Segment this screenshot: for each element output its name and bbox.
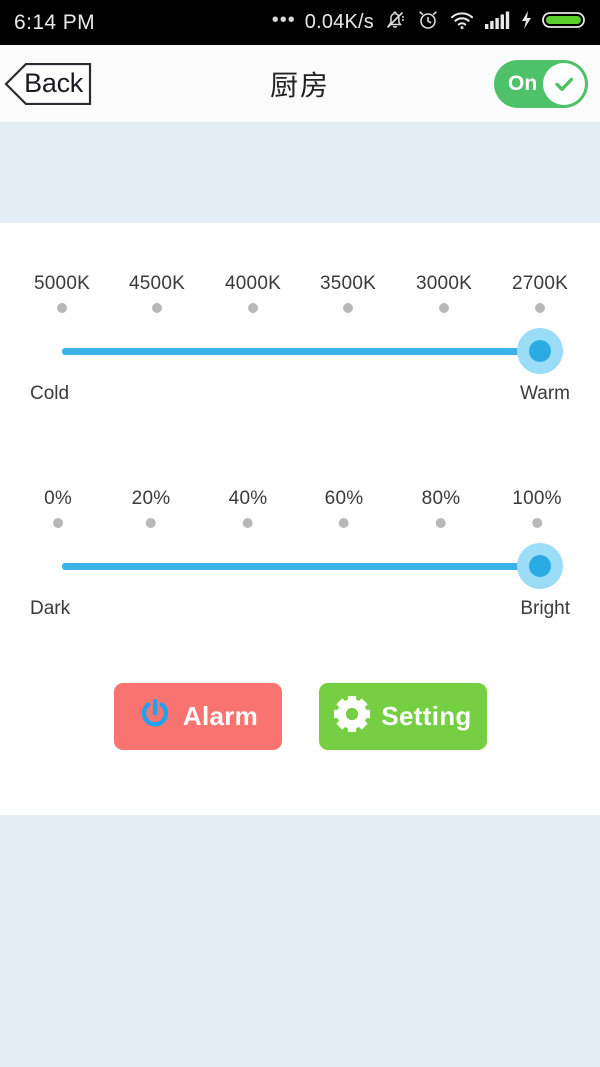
tick-dot-icon xyxy=(53,518,63,528)
tick-dot-icon xyxy=(435,518,446,528)
network-speed-text: 0.04K/s xyxy=(304,11,374,33)
wifi-icon xyxy=(449,9,475,36)
tick-mark[interactable]: 60% xyxy=(325,488,364,528)
power-icon xyxy=(137,696,173,737)
cellular-signal-icon xyxy=(484,9,510,36)
tick-label: 5000K xyxy=(34,273,90,294)
slider-thumb[interactable] xyxy=(517,543,563,589)
background-band-bottom xyxy=(0,815,600,1067)
setting-button-label: Setting xyxy=(381,701,472,731)
back-button-label: Back xyxy=(24,68,83,98)
tick-label: 40% xyxy=(228,488,268,509)
tick-dot-icon xyxy=(151,303,162,313)
tick-label: 60% xyxy=(324,488,364,509)
brightness-track-area[interactable] xyxy=(62,543,563,589)
tick-mark[interactable]: 5000K xyxy=(34,273,90,313)
check-icon xyxy=(543,62,585,105)
battery-icon xyxy=(542,9,586,36)
bell-muted-icon xyxy=(383,8,407,37)
tick-dot-icon xyxy=(242,518,253,528)
tick-mark[interactable]: 100% xyxy=(512,488,562,528)
tick-label: 80% xyxy=(421,488,461,509)
back-button[interactable]: Back xyxy=(4,62,92,105)
tick-label: 20% xyxy=(131,488,171,509)
slider-track[interactable] xyxy=(62,348,540,355)
endcap-label-left: Cold xyxy=(30,383,70,404)
tick-label: 2700K xyxy=(512,273,568,294)
status-ellipsis-icon: ••• xyxy=(271,8,296,31)
brightness-tick-scale: 0% 20% 40% 60% 80% 100% xyxy=(0,488,600,533)
tick-dot-icon xyxy=(145,518,156,528)
endcap-label-left: Dark xyxy=(30,598,71,619)
tick-mark[interactable]: 40% xyxy=(229,488,268,528)
color-temperature-slider: 5000K 4500K 4000K 3500K 3000K 2700K Cold… xyxy=(0,273,600,405)
slider-track[interactable] xyxy=(62,563,540,570)
tick-mark[interactable]: 4000K xyxy=(225,273,281,313)
tick-dot-icon xyxy=(438,303,449,313)
tick-label: 4500K xyxy=(129,273,185,294)
tick-dot-icon xyxy=(247,303,258,313)
app-screen: 6:14 PM ••• 0.04K/s Back 厨房 On 5000K 450… xyxy=(0,0,600,1067)
tick-mark[interactable]: 4500K xyxy=(129,273,185,313)
tick-mark[interactable]: 0% xyxy=(44,488,72,528)
status-bar-right-group: ••• 0.04K/s xyxy=(272,8,586,37)
alarm-button-label: Alarm xyxy=(182,701,259,731)
setting-button[interactable]: Setting xyxy=(318,683,487,750)
brightness-slider: 0% 20% 40% 60% 80% 100% Dark Bright xyxy=(0,488,600,620)
tick-dot-icon xyxy=(342,303,353,313)
gear-icon xyxy=(333,695,371,738)
endcap-label-right: Bright xyxy=(520,598,570,619)
color-temperature-tick-scale: 5000K 4500K 4000K 3500K 3000K 2700K xyxy=(0,273,600,318)
tick-mark[interactable]: 3000K xyxy=(416,273,472,313)
background-band-top xyxy=(0,122,600,223)
tick-dot-icon xyxy=(532,518,542,528)
status-bar: 6:14 PM ••• 0.04K/s xyxy=(0,0,600,45)
brightness-endcap-labels: Dark Bright xyxy=(30,598,570,620)
tick-mark[interactable]: 20% xyxy=(132,488,171,528)
tick-label: 0% xyxy=(44,488,72,509)
tick-dot-icon xyxy=(534,303,545,313)
tick-label: 100% xyxy=(512,488,562,509)
tick-mark[interactable]: 80% xyxy=(422,488,461,528)
action-button-row: Alarm Setting xyxy=(0,683,600,750)
tick-dot-icon xyxy=(338,518,349,528)
status-time: 6:14 PM xyxy=(14,10,96,34)
slider-thumb[interactable] xyxy=(517,328,563,374)
alarm-button[interactable]: Alarm xyxy=(113,683,282,750)
tick-dot-icon xyxy=(56,303,67,313)
color-temperature-endcap-labels: Cold Warm xyxy=(30,383,570,405)
slider-thumb-core xyxy=(529,340,551,362)
tick-mark[interactable]: 3500K xyxy=(320,273,376,313)
power-toggle[interactable]: On xyxy=(494,59,588,108)
tick-mark[interactable]: 2700K xyxy=(512,273,568,313)
slider-thumb-core xyxy=(529,555,551,577)
tick-label: 3500K xyxy=(320,273,376,294)
tick-label: 3000K xyxy=(416,273,472,294)
alarm-clock-icon xyxy=(416,8,440,37)
color-temperature-track-area[interactable] xyxy=(62,328,563,374)
app-header: Back 厨房 On xyxy=(0,45,600,122)
tick-label: 4000K xyxy=(225,273,281,294)
charging-bolt-icon xyxy=(519,9,533,36)
endcap-label-right: Warm xyxy=(520,383,570,404)
power-toggle-label: On xyxy=(508,71,538,95)
